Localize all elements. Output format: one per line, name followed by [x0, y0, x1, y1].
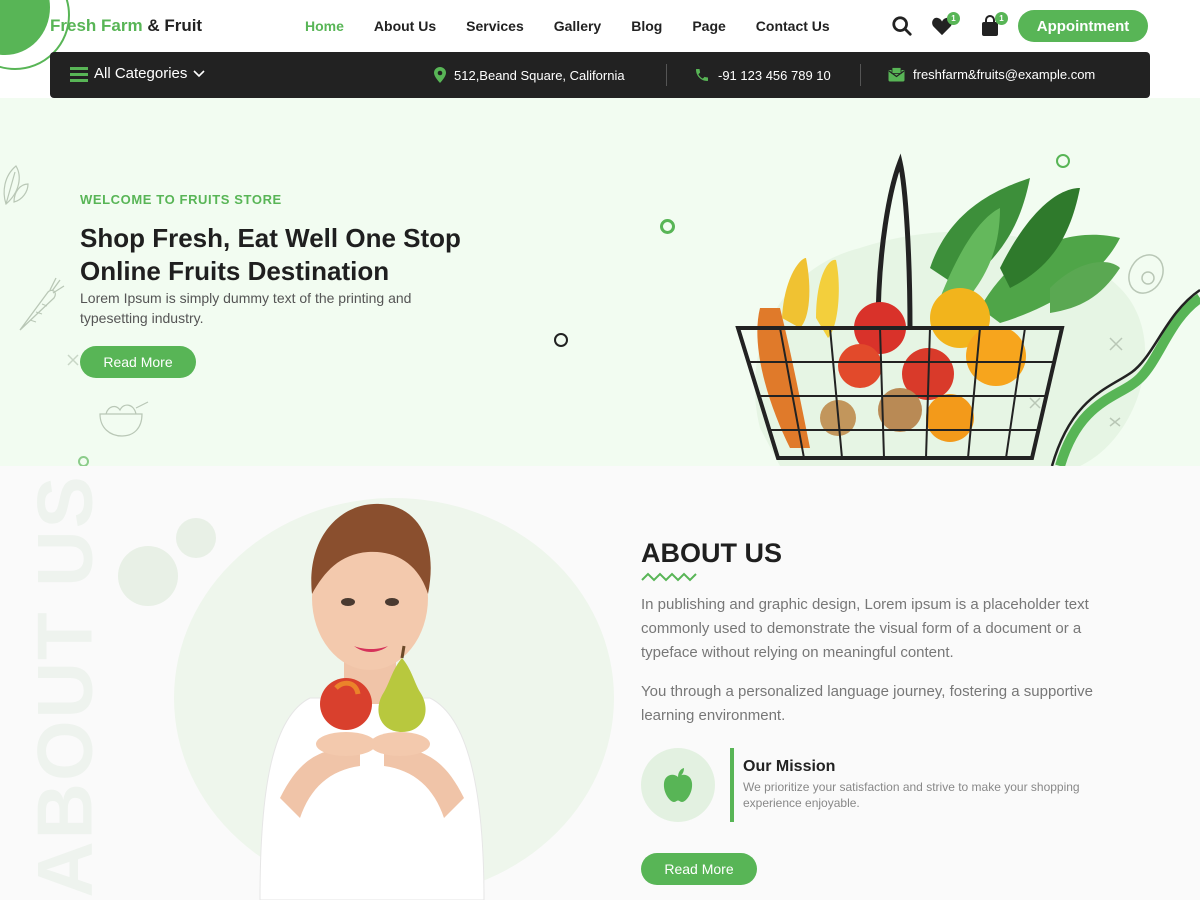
- about-paragraph-1: In publishing and graphic design, Lorem …: [641, 596, 1089, 661]
- nav-contact-us[interactable]: Contact Us: [756, 18, 830, 34]
- mission-icon-badge: [641, 748, 715, 822]
- hero-section: WELCOME TO FRUITS STORE Shop Fresh, Eat …: [0, 98, 1200, 466]
- address-info: 512,Beand Square, California: [434, 67, 625, 83]
- logo-text-green: Fresh Farm: [50, 16, 143, 35]
- circle-decoration: [176, 518, 216, 558]
- salad-bowl-doodle-icon: [99, 401, 149, 437]
- hero-subtitle: WELCOME TO FRUITS STORE: [80, 192, 282, 207]
- ring-decoration: [78, 456, 89, 466]
- about-paragraph-2: You through a personalized language jour…: [641, 683, 1093, 724]
- hero-read-more-button[interactable]: Read More: [80, 346, 196, 378]
- hamburger-icon: [70, 66, 88, 82]
- email-text: freshfarm&fruits@example.com: [913, 67, 1096, 82]
- zigzag-underline-decoration: [641, 572, 697, 582]
- cart-count-badge: 1: [995, 12, 1008, 25]
- phone-icon: [696, 69, 708, 81]
- about-section: ABOUT US ABOUT US In publishing and grap…: [0, 466, 1200, 900]
- vegetable-basket-image: [735, 153, 1200, 466]
- about-watermark-text: ABOUT US: [20, 474, 109, 898]
- carrot-doodle-icon: [19, 277, 65, 331]
- site-header: Fresh Farm & Fruit Home About Us Service…: [0, 0, 1200, 70]
- ring-decoration: [554, 333, 568, 347]
- divider: [860, 64, 861, 86]
- circle-decoration: [118, 546, 178, 606]
- site-logo[interactable]: Fresh Farm & Fruit: [50, 16, 202, 36]
- ring-decoration: [660, 219, 675, 234]
- phone-text: -91 123 456 789 10: [718, 67, 831, 83]
- mission-accent-bar: [730, 748, 734, 822]
- email-info[interactable]: freshfarm&fruits@example.com: [888, 67, 1095, 82]
- mission-text: We prioritize your satisfaction and stri…: [743, 780, 1080, 810]
- map-pin-icon: [434, 67, 446, 83]
- divider: [666, 64, 667, 86]
- appointment-button[interactable]: Appointment: [1018, 10, 1148, 42]
- search-icon[interactable]: [888, 12, 916, 40]
- logo-text-dark: & Fruit: [147, 16, 203, 35]
- nav-page[interactable]: Page: [692, 18, 725, 34]
- cart-button[interactable]: 1: [976, 12, 1008, 40]
- woman-holding-fruit-image: [259, 503, 485, 900]
- wishlist-button[interactable]: 1: [928, 12, 960, 40]
- hero-description: Lorem Ipsum is simply dummy text of the …: [80, 290, 412, 326]
- info-bar: All Categories 512,Beand Square, Califor…: [50, 52, 1150, 98]
- hero-title: Shop Fresh, Eat Well One Stop Online Fru…: [80, 223, 461, 286]
- chevron-down-icon: [193, 69, 205, 77]
- address-text: 512,Beand Square, California: [454, 67, 625, 83]
- nav-blog[interactable]: Blog: [631, 18, 662, 34]
- mission-title: Our Mission: [743, 758, 836, 775]
- nav-services[interactable]: Services: [466, 18, 524, 34]
- nav-gallery[interactable]: Gallery: [554, 18, 601, 34]
- wishlist-count-badge: 1: [947, 12, 960, 25]
- all-categories-dropdown[interactable]: All Categories: [70, 65, 205, 82]
- about-title: ABOUT US: [641, 538, 782, 568]
- categories-label: All Categories: [94, 65, 188, 82]
- nav-about-us[interactable]: About Us: [374, 18, 436, 34]
- leaf-doodle-icon: [3, 165, 29, 206]
- nav-home[interactable]: Home: [305, 18, 344, 34]
- apple-icon: [663, 768, 693, 802]
- main-nav: Home About Us Services Gallery Blog Page…: [290, 18, 845, 34]
- phone-info[interactable]: -91 123 456 789 10: [694, 67, 831, 83]
- cross-decoration: [67, 354, 79, 366]
- about-read-more-button[interactable]: Read More: [641, 853, 757, 885]
- mail-icon: [888, 67, 905, 82]
